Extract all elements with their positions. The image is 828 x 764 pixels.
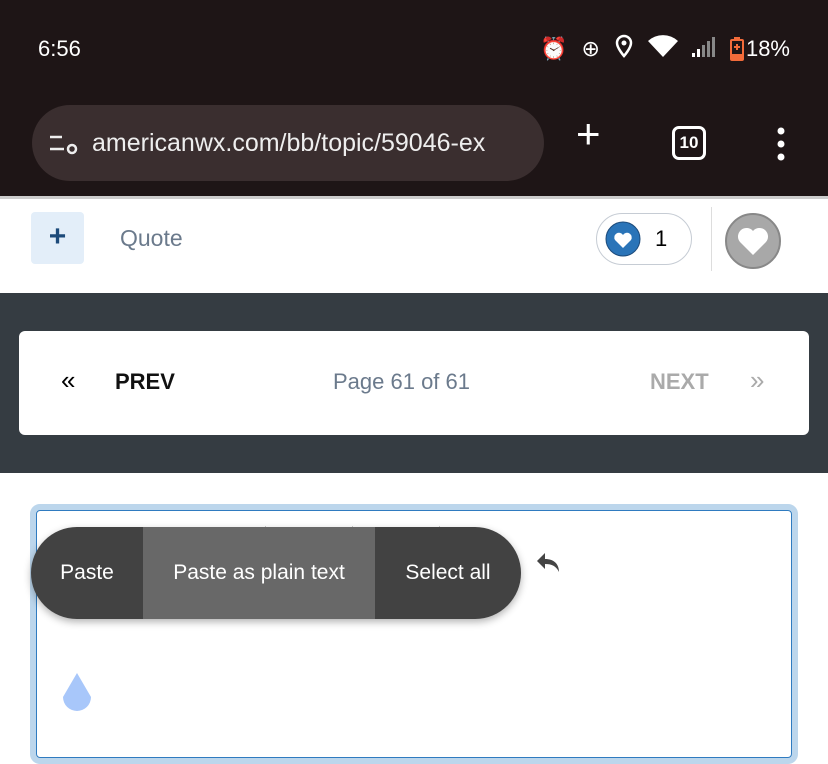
tab-switcher-button[interactable]: 10: [672, 126, 706, 160]
menu-icon[interactable]: [773, 126, 789, 167]
divider: [711, 207, 712, 271]
multiquote-button[interactable]: +: [31, 212, 84, 264]
next-button: NEXT: [650, 369, 709, 394]
page-info[interactable]: Page 61 of 61: [333, 369, 470, 395]
browser-toolbar: americanwx.com/bb/topic/59046-ex + 10: [0, 100, 828, 196]
prev-button[interactable]: PREV: [115, 369, 175, 395]
like-count: 1: [655, 226, 668, 251]
undo-icon[interactable]: [535, 551, 565, 575]
status-bar: 6:56 ⏰ ⊕ 18%: [0, 0, 828, 100]
text-cursor-handle[interactable]: [57, 671, 97, 719]
pagination: « PREV Page 61 of 61 NEXT »: [19, 331, 809, 435]
quote-button[interactable]: Quote: [120, 225, 183, 252]
heart-icon: [605, 221, 641, 257]
paste-menu-item[interactable]: Paste: [31, 527, 143, 619]
reaction-count[interactable]: 1: [596, 213, 692, 265]
next-icon: »: [750, 365, 765, 395]
pagination-band: « PREV Page 61 of 61 NEXT »: [0, 293, 828, 473]
battery-level: 18%: [745, 36, 790, 61]
alarm-icon: ⏰: [540, 36, 568, 61]
clock: 6:56: [38, 36, 81, 61]
location-icon: [614, 34, 634, 64]
select-all-menu-item[interactable]: Select all: [375, 527, 521, 619]
url-text[interactable]: americanwx.com/bb/topic/59046-ex: [92, 129, 485, 158]
battery-icon: [729, 37, 744, 61]
react-button[interactable]: [725, 213, 781, 269]
address-bar[interactable]: americanwx.com/bb/topic/59046-ex: [32, 105, 544, 181]
prev-icon[interactable]: «: [61, 365, 75, 396]
paste-plain-text-menu-item[interactable]: Paste as plain text: [143, 527, 375, 619]
wifi-icon: [647, 35, 678, 63]
signal-icon: [691, 35, 716, 63]
data-saver-icon: ⊕: [581, 36, 600, 61]
site-settings-icon[interactable]: [48, 130, 78, 156]
heart-icon: [737, 227, 769, 255]
post-actions: + Quote 1: [0, 199, 828, 293]
context-menu: Paste Paste as plain text Select all: [31, 527, 521, 619]
new-tab-icon[interactable]: +: [576, 110, 601, 158]
